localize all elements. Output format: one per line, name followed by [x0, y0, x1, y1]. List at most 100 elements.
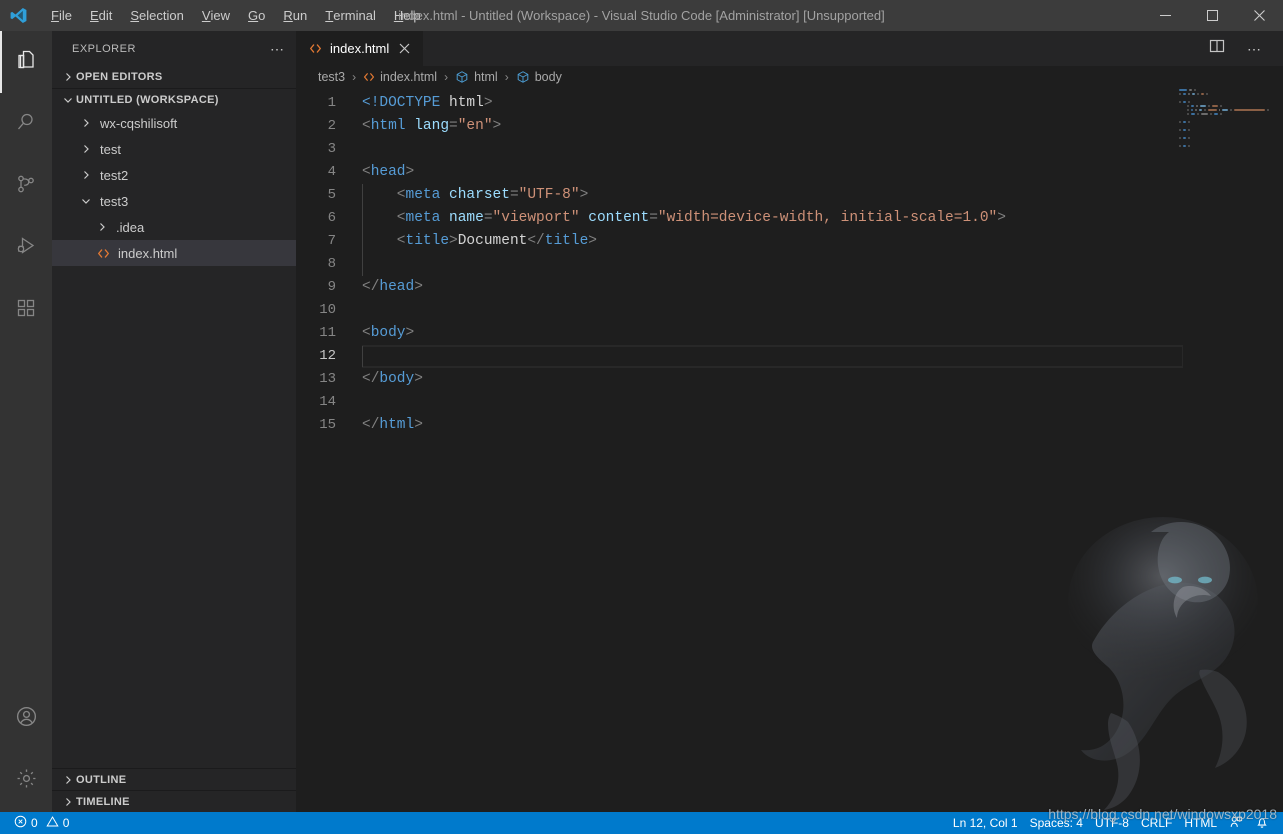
minimize-button[interactable] [1142, 0, 1189, 31]
menu-help-mnemonic: H [394, 8, 403, 23]
code-line[interactable]: <html lang="en"> [362, 115, 1283, 138]
line-number: 2 [296, 115, 362, 138]
code-line[interactable] [362, 391, 1283, 414]
tab-label: index.html [330, 41, 389, 56]
editor-scrollbar[interactable] [1269, 88, 1283, 812]
code-token: head [379, 279, 414, 295]
code-token: </ [362, 371, 379, 387]
menu-terminal[interactable]: Terminal [316, 4, 385, 27]
sidebar-more-actions-button[interactable]: ⋯ [270, 44, 286, 54]
breadcrumb: test3 › index.html › [296, 66, 1283, 88]
code-line[interactable]: <meta charset="UTF-8"> [362, 184, 1283, 207]
menu-run[interactable]: Run [274, 4, 316, 27]
activity-run-debug[interactable] [0, 217, 52, 279]
breadcrumb-item-body[interactable]: body [514, 70, 564, 84]
code-token: head [371, 164, 406, 180]
activity-extensions[interactable] [0, 279, 52, 341]
section-workspace[interactable]: UNTITLED (WORKSPACE) [52, 88, 296, 110]
chevron-right-icon [78, 117, 94, 129]
code-line[interactable]: <body> [362, 322, 1283, 345]
menu-help[interactable]: Help [385, 4, 430, 27]
activity-bar [0, 31, 52, 812]
close-icon[interactable] [395, 40, 413, 58]
code-line[interactable] [362, 299, 1283, 322]
menu-file-mnemonic: F [51, 8, 59, 23]
code-token: > [997, 210, 1006, 226]
menu-file[interactable]: File [42, 4, 81, 27]
section-outline[interactable]: OUTLINE [52, 768, 296, 790]
code-line[interactable]: <title>Document</title> [362, 230, 1283, 253]
code-line[interactable]: </html> [362, 414, 1283, 437]
code-line[interactable]: <head> [362, 161, 1283, 184]
split-editor-button[interactable] [1203, 35, 1231, 63]
menu-edit-mnemonic: E [90, 8, 99, 23]
activity-settings[interactable] [0, 750, 52, 812]
menu-go-rest: o [258, 8, 265, 23]
code-line[interactable]: <meta name="viewport" content="width=dev… [362, 207, 1283, 230]
activity-source-control[interactable] [0, 155, 52, 217]
menu-edit[interactable]: Edit [81, 4, 121, 27]
tree-item-index-html[interactable]: index.html [52, 240, 296, 266]
code-token: title [406, 233, 450, 249]
section-workspace-label: UNTITLED (WORKSPACE) [76, 94, 219, 106]
menu-bar: File Edit Selection View Go Run Terminal… [36, 0, 430, 31]
chevron-right-icon [60, 774, 76, 786]
code-line[interactable]: <!DOCTYPE html> [362, 92, 1283, 115]
code-token: body [379, 371, 414, 387]
tree-item-idea[interactable]: .idea [52, 214, 296, 240]
code-line[interactable]: </body> [362, 368, 1283, 391]
status-problems[interactable]: 0 0 [8, 812, 75, 834]
activity-explorer[interactable] [0, 31, 52, 93]
account-icon [14, 704, 39, 734]
menu-run-rest: un [293, 8, 307, 23]
menu-go[interactable]: Go [239, 4, 274, 27]
status-cursor-position[interactable]: Ln 12, Col 1 [947, 812, 1024, 834]
more-actions-button[interactable]: ⋯ [1241, 35, 1269, 63]
code-editor[interactable]: 1 2 3 4 5 6 7 8 9 10 11 12 13 14 15 <!DO… [296, 88, 1283, 812]
line-number: 15 [296, 414, 362, 437]
indent-guide [362, 346, 363, 367]
maximize-button[interactable] [1189, 0, 1236, 31]
code-line[interactable] [362, 345, 1183, 368]
section-timeline[interactable]: TIMELINE [52, 790, 296, 812]
breadcrumb-item-test3[interactable]: test3 [316, 70, 347, 84]
status-indentation[interactable]: Spaces: 4 [1024, 812, 1089, 834]
code-content[interactable]: <!DOCTYPE html><html lang="en"> <head> <… [362, 88, 1283, 812]
tab-index-html[interactable]: index.html [296, 31, 424, 66]
line-number: 14 [296, 391, 362, 414]
code-token [440, 210, 449, 226]
code-token: > [406, 164, 415, 180]
code-line[interactable] [362, 138, 1283, 161]
line-number-gutter: 1 2 3 4 5 6 7 8 9 10 11 12 13 14 15 [296, 88, 362, 812]
activity-search[interactable] [0, 93, 52, 155]
menu-view[interactable]: View [193, 4, 239, 27]
code-token: charset [449, 187, 510, 203]
code-token: </ [527, 233, 544, 249]
tree-item-test2[interactable]: test2 [52, 162, 296, 188]
feedback-person-icon [1229, 815, 1243, 832]
activity-accounts[interactable] [0, 688, 52, 750]
status-eol[interactable]: CRLF [1135, 812, 1178, 834]
status-encoding[interactable]: UTF-8 [1089, 812, 1135, 834]
code-token: = [484, 210, 493, 226]
tree-item-test3[interactable]: test3 [52, 188, 296, 214]
tree-item-wx-cqshilisoft[interactable]: wx-cqshilisoft [52, 110, 296, 136]
code-token: "en" [458, 118, 493, 134]
code-token: meta [406, 210, 441, 226]
status-notifications[interactable] [1249, 812, 1275, 834]
breadcrumb-item-index-html[interactable]: index.html [361, 70, 439, 84]
tree-item-test[interactable]: test [52, 136, 296, 162]
symbol-field-icon [516, 70, 530, 84]
code-token: "width=device-width, initial-scale=1.0" [658, 210, 997, 226]
menu-selection[interactable]: Selection [121, 4, 192, 27]
breadcrumb-item-html[interactable]: html [453, 70, 500, 84]
code-line[interactable]: </head> [362, 276, 1283, 299]
code-token: = [649, 210, 658, 226]
section-open-editors[interactable]: OPEN EDITORS [52, 66, 296, 88]
close-button[interactable] [1236, 0, 1283, 31]
status-language-mode[interactable]: HTML [1178, 812, 1223, 834]
code-line[interactable] [362, 253, 1283, 276]
code-token: name [449, 210, 484, 226]
status-feedback[interactable] [1223, 812, 1249, 834]
line-number: 9 [296, 276, 362, 299]
